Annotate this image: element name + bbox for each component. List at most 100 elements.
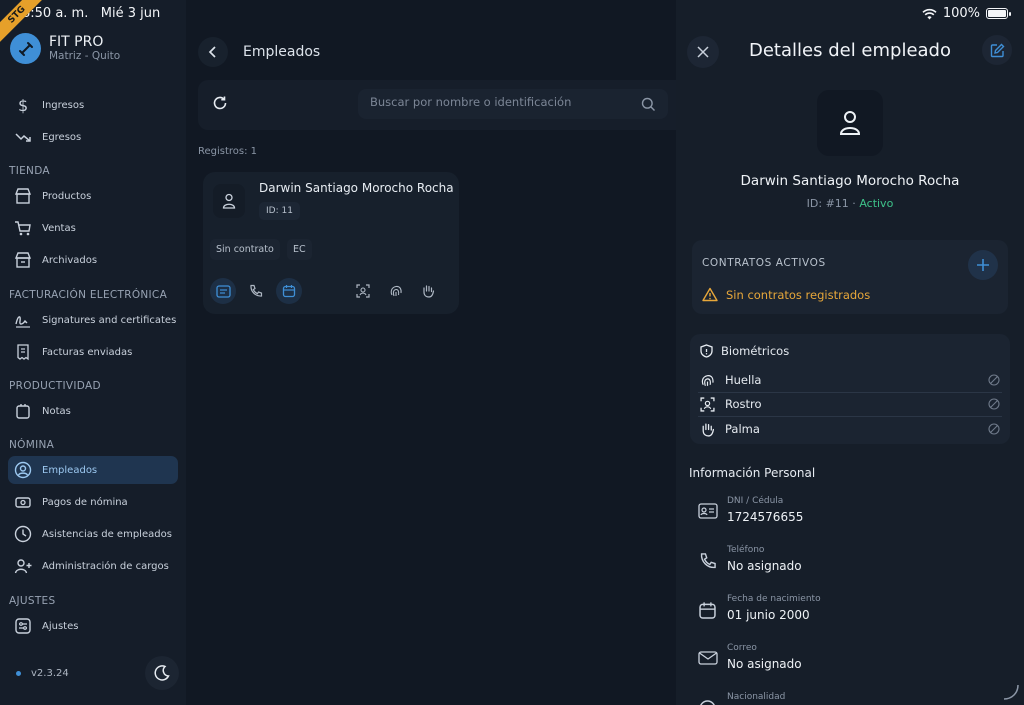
- sidebar-item-facturas[interactable]: Facturas enviadas: [8, 338, 178, 366]
- section-nomina: NÓMINA: [9, 439, 55, 451]
- info-value: No asignado: [727, 657, 802, 671]
- add-contract-button[interactable]: [968, 250, 998, 280]
- info-label: DNI / Cédula: [727, 496, 784, 506]
- toolbar: [198, 80, 676, 130]
- info-row-correo: Correo No asignado: [698, 643, 998, 679]
- refresh-icon: [213, 96, 227, 110]
- user-icon: [222, 193, 236, 209]
- trend-down-icon: [15, 133, 31, 142]
- sidebar-item-label: Asistencias de empleados: [42, 528, 172, 540]
- employee-details-panel: Detalles del empleado Darwin Santiago Mo…: [676, 0, 1024, 705]
- moon-icon: [154, 665, 170, 681]
- biometric-row-huella[interactable]: Huella: [698, 368, 1002, 392]
- fingerprint-icon: [390, 285, 402, 297]
- battery-icon: [986, 8, 1011, 19]
- battery-fill: [988, 10, 1006, 17]
- theme-toggle-button[interactable]: [145, 656, 179, 690]
- section-ajustes: AJUSTES: [9, 595, 56, 607]
- store-icon: [14, 188, 32, 204]
- contracts-title: CONTRATOS ACTIVOS: [702, 257, 826, 269]
- close-icon: [697, 46, 709, 58]
- archive-store-icon: [14, 252, 32, 268]
- fingerprint-icon: [701, 374, 714, 386]
- sidebar-item-label: Ajustes: [42, 620, 79, 632]
- sidebar-item-archivados[interactable]: Archivados: [8, 246, 178, 274]
- close-button[interactable]: [687, 36, 719, 68]
- info-label: Fecha de nacimiento: [727, 594, 821, 604]
- user-icon: [839, 111, 861, 135]
- search-icon[interactable]: [641, 97, 656, 112]
- edit-icon: [990, 43, 1004, 57]
- sidebar-item-asistencias[interactable]: Asistencias de empleados: [8, 520, 178, 548]
- biometric-row-rostro[interactable]: Rostro: [698, 392, 1002, 416]
- app-version: v2.3.24: [16, 668, 69, 679]
- sidebar-item-ajustes[interactable]: Ajustes: [8, 612, 178, 640]
- info-label: Correo: [727, 643, 757, 653]
- sidebar-item-label: Notas: [42, 405, 71, 417]
- info-row-telefono: Teléfono No asignado: [698, 545, 998, 581]
- resize-handle-icon[interactable]: [1002, 683, 1020, 701]
- refresh-button[interactable]: [206, 89, 234, 117]
- signature-icon: [15, 316, 30, 328]
- sidebar-item-label: Empleados: [42, 464, 98, 476]
- status-right: 100%: [922, 6, 1011, 21]
- section-facturacion: FACTURACIÓN ELECTRÓNICA: [9, 289, 168, 301]
- face-scan-icon: [700, 396, 715, 412]
- not-registered-icon: [988, 398, 1000, 410]
- info-value: 1724576655: [727, 510, 804, 524]
- card-calendar-button[interactable]: [276, 278, 302, 304]
- card-phone-button[interactable]: [243, 278, 269, 304]
- sidebar-item-label: Ingresos: [42, 99, 85, 111]
- info-value: 01 junio 2000: [727, 608, 810, 622]
- sidebar-item-label: Administración de cargos: [42, 560, 169, 572]
- biometrics-title: Biométricos: [700, 344, 789, 358]
- edit-button[interactable]: [982, 35, 1012, 65]
- search-input[interactable]: [370, 95, 620, 109]
- dollar-icon: $: [18, 96, 28, 114]
- sidebar-item-egresos[interactable]: Egresos: [8, 123, 178, 151]
- sidebar-item-empleados[interactable]: Empleados: [8, 456, 178, 484]
- back-button[interactable]: [198, 37, 228, 67]
- info-row-dni: DNI / Cédula 1724576655: [698, 496, 998, 532]
- plus-icon: [977, 259, 989, 271]
- sidebar-item-label: Archivados: [42, 254, 98, 266]
- card-palm-button[interactable]: [415, 278, 441, 304]
- sidebar: FIT PRO Matriz - Quito $ Ingresos Egreso…: [0, 0, 186, 705]
- card-id-button[interactable]: [210, 278, 236, 304]
- sidebar-item-label: Facturas enviadas: [42, 346, 133, 358]
- brand-text: FIT PRO Matriz - Quito: [49, 35, 121, 63]
- phone-icon: [700, 553, 716, 569]
- status-time: 6:50 a. m. Mié 3 jun: [22, 6, 160, 21]
- sidebar-item-notas[interactable]: Notas: [8, 397, 178, 425]
- section-productividad: PRODUCTIVIDAD: [9, 380, 101, 392]
- clock-icon: [14, 525, 32, 543]
- personal-info-title: Información Personal: [689, 466, 816, 480]
- biometrics-title-label: Biométricos: [721, 344, 790, 358]
- contracts-empty-label: Sin contratos registrados: [726, 287, 871, 302]
- sidebar-item-ventas[interactable]: Ventas: [8, 214, 178, 242]
- sidebar-item-productos[interactable]: Productos: [8, 182, 178, 210]
- sidebar-item-ingresos[interactable]: $ Ingresos: [8, 91, 178, 119]
- warning-icon: [702, 287, 718, 302]
- brand[interactable]: FIT PRO Matriz - Quito: [10, 33, 120, 64]
- card-fingerprint-button[interactable]: [383, 278, 409, 304]
- employee-name: Darwin Santiago Morocho Rocha: [259, 181, 454, 195]
- sidebar-item-cargos[interactable]: Administración de cargos: [8, 552, 178, 580]
- info-row-nacionalidad: Nacionalidad: [698, 692, 998, 705]
- employee-card[interactable]: Darwin Santiago Morocho Rocha ID: 11 Sin…: [203, 172, 459, 314]
- biometric-row-palma[interactable]: Palma: [698, 417, 1002, 441]
- section-tienda: TIENDA: [9, 165, 50, 177]
- sidebar-item-signatures[interactable]: Signatures and certificates: [8, 306, 178, 334]
- receipt-icon: [17, 344, 29, 361]
- records-count: Registros: 1: [198, 146, 258, 157]
- dumbbell-logo-icon: [10, 33, 41, 64]
- biometric-label: Rostro: [725, 397, 762, 411]
- notes-icon: [16, 404, 30, 419]
- not-registered-icon: [988, 423, 1000, 435]
- card-face-button[interactable]: [350, 278, 376, 304]
- id-card-icon: [698, 503, 718, 519]
- sidebar-item-label: Productos: [42, 190, 92, 202]
- version-label: v2.3.24: [31, 668, 69, 679]
- sidebar-item-pagos-nomina[interactable]: Pagos de nómina: [8, 488, 178, 516]
- brand-subtitle: Matriz - Quito: [49, 50, 121, 62]
